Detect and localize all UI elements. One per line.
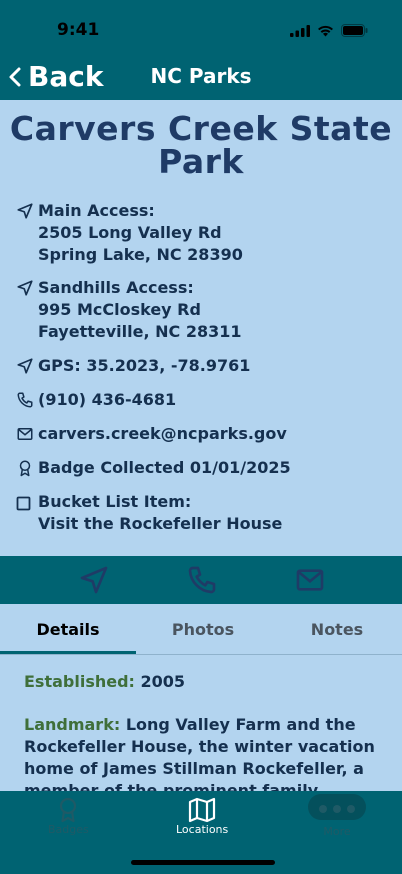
navigation-arrow-icon xyxy=(17,280,33,296)
landmark-label: Landmark: xyxy=(24,715,121,734)
email-text: carvers.creek@ncparks.gov xyxy=(38,424,287,443)
phone-icon xyxy=(188,566,216,594)
sandhills-access-label: Sandhills Access: xyxy=(38,278,194,297)
badge-icon xyxy=(60,797,77,823)
status-bar: 9:41 xyxy=(0,0,402,54)
bucket-list-label: Bucket List Item: xyxy=(38,492,192,511)
park-title-line1: Carvers Creek State xyxy=(9,109,393,148)
tabbar-locations-label: Locations xyxy=(176,823,229,836)
directions-button[interactable] xyxy=(78,564,110,600)
sandhills-access-row: Sandhills Access: 995 McCloskey Rd Fayet… xyxy=(16,277,241,343)
main-access-label: Main Access: xyxy=(38,201,155,220)
tabbar-badges-label: Badges xyxy=(48,823,89,836)
park-title-line2: Park xyxy=(158,142,244,181)
phone-row[interactable]: (910) 436-4681 xyxy=(16,389,176,411)
tab-photos[interactable]: Photos xyxy=(136,620,270,639)
nav-title: NC Parks xyxy=(150,64,252,88)
badge-text: Badge Collected 01/01/2025 xyxy=(38,458,291,477)
tabbar-more[interactable]: More xyxy=(318,802,356,838)
park-title: Carvers Creek State Park xyxy=(0,112,402,178)
wifi-icon xyxy=(318,25,333,36)
navigation-arrow-icon xyxy=(80,566,108,594)
established-label: Established: xyxy=(24,672,135,691)
sandhills-access-line2: Fayetteville, NC 28311 xyxy=(38,322,242,341)
navigation-arrow-icon xyxy=(17,358,33,374)
active-tab-indicator xyxy=(0,651,136,654)
email-row[interactable]: carvers.creek@ncparks.gov xyxy=(16,423,287,445)
tabbar-more-label: More xyxy=(323,825,351,838)
main-access-row: Main Access: 2505 Long Valley Rd Spring … xyxy=(16,200,243,266)
gps-text: GPS: 35.2023, -78.9761 xyxy=(38,356,251,375)
status-icons xyxy=(290,24,368,37)
more-icon xyxy=(319,805,355,813)
status-time: 9:41 xyxy=(57,20,100,40)
navigation-arrow-icon xyxy=(17,203,33,219)
map-icon xyxy=(189,797,216,823)
main-access-line1: 2505 Long Valley Rd xyxy=(38,223,222,242)
landmark-row: Landmark: Long Valley Farm and the Rocke… xyxy=(24,714,378,791)
tabbar-locations[interactable]: Locations xyxy=(176,797,228,836)
bucket-list-row: Bucket List Item: Visit the Rockefeller … xyxy=(16,491,282,535)
tabbar-badges[interactable]: Badges xyxy=(48,797,89,836)
badge-row: Badge Collected 01/01/2025 xyxy=(16,457,291,479)
signal-icon xyxy=(290,24,310,37)
action-bar xyxy=(0,556,402,604)
battery-icon xyxy=(341,24,368,37)
tab-details[interactable]: Details xyxy=(0,620,136,639)
sandhills-access-line1: 995 McCloskey Rd xyxy=(38,300,201,319)
checkbox-unchecked-icon[interactable] xyxy=(16,496,32,512)
details-panel: Established: 2005 Landmark: Long Valley … xyxy=(0,655,402,791)
main-access-line2: Spring Lake, NC 28390 xyxy=(38,245,243,264)
nav-bar: Back NC Parks xyxy=(0,54,402,100)
phone-text: (910) 436-4681 xyxy=(38,390,177,409)
mail-icon xyxy=(17,428,33,440)
gps-row: GPS: 35.2023, -78.9761 xyxy=(16,355,250,377)
park-info-panel: Carvers Creek State Park Main Access: 25… xyxy=(0,100,402,556)
tab-notes[interactable]: Notes xyxy=(270,620,402,639)
phone-icon xyxy=(17,392,33,408)
bucket-list-value: Visit the Rockefeller House xyxy=(38,514,283,533)
established-value: 2005 xyxy=(140,672,186,691)
email-button[interactable] xyxy=(294,564,326,600)
established-row: Established: 2005 xyxy=(24,671,378,693)
home-indicator xyxy=(131,860,275,865)
mail-icon xyxy=(296,569,324,591)
badge-icon xyxy=(19,460,31,477)
call-button[interactable] xyxy=(186,564,218,600)
detail-tabs: Details Photos Notes xyxy=(0,604,402,655)
